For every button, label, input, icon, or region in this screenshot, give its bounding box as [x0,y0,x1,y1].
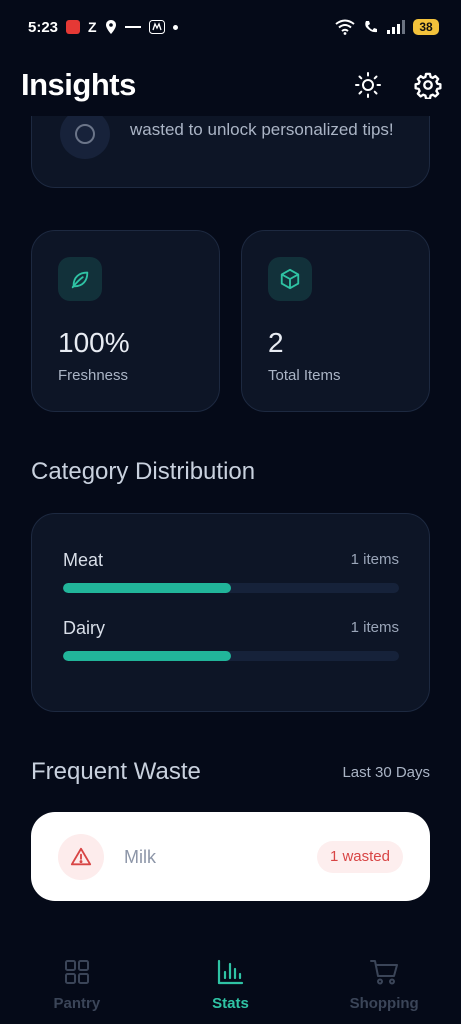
category-bar-track [63,651,399,661]
warning-icon [58,834,104,880]
insights-screen: 5:23 Z 38 wasted to unlock personalized … [0,0,461,1024]
nav-item-shopping[interactable]: Shopping [307,944,461,1024]
location-icon [105,20,117,34]
frequent-waste-title: Frequent Waste [31,758,201,785]
waste-period-filter[interactable]: Last 30 Days [342,764,430,781]
category-count: 1 items [350,551,399,568]
category-count: 1 items [350,619,399,636]
total-items-label: Total Items [268,367,341,384]
grid-icon [64,960,89,984]
category-bar-fill [63,651,231,661]
category-distribution-card: Meat 1 items Dairy 1 items [31,513,430,712]
wifi-icon [335,19,355,35]
category-name: Dairy [63,618,106,638]
settings-button[interactable] [413,70,443,100]
status-bar: 5:23 Z 38 [0,0,461,54]
nav-item-pantry[interactable]: Pantry [0,944,154,1024]
leaf-icon [58,257,102,301]
theme-toggle-button[interactable] [353,70,383,100]
sun-icon [355,72,381,98]
total-items-value: 2 [268,327,284,358]
freshness-label: Freshness [58,367,129,384]
waste-item-name: Milk [124,847,156,867]
z-app-icon: Z [88,19,97,35]
nav-label: Pantry [53,995,101,1012]
status-bar-left: 5:23 Z [28,19,178,36]
status-bar-right: 38 [335,19,439,35]
bottom-nav: Pantry Stats Shopping [0,944,461,1024]
cart-icon [370,960,399,985]
gear-icon [414,72,442,99]
waste-count-badge: 1 wasted [316,841,403,873]
status-time: 5:23 [28,18,59,36]
app-header: Insights [0,54,461,116]
nav-label: Stats [212,995,249,1012]
category-bar-track [63,583,399,593]
notification-dot-icon [172,24,178,30]
tip-text: wasted to unlock personalized tips! [130,120,394,139]
page-title: Insights [21,67,136,102]
freshness-value: 100% [58,327,130,358]
battery-indicator: 38 [413,19,439,35]
category-bar-fill [63,583,231,593]
nav-item-stats[interactable]: Stats [154,944,308,1024]
category-name: Meat [63,550,104,570]
total-items-stat-card: 2 Total Items [241,230,430,412]
shopping-app-icon [66,20,81,34]
waste-item-milk[interactable]: Milk 1 wasted [31,812,430,901]
tip-icon [60,109,110,159]
freshness-stat-card: 100% Freshness [31,230,220,412]
category-distribution-title: Category Distribution [31,458,256,485]
signal-icon [387,20,405,34]
nav-label: Shopping [349,995,419,1012]
bar-chart-icon [218,959,244,985]
box-icon [268,257,312,301]
chat-app-icon [148,20,165,34]
header-actions [353,70,443,100]
wifi-call-icon [363,19,379,35]
dash-icon [124,25,141,29]
